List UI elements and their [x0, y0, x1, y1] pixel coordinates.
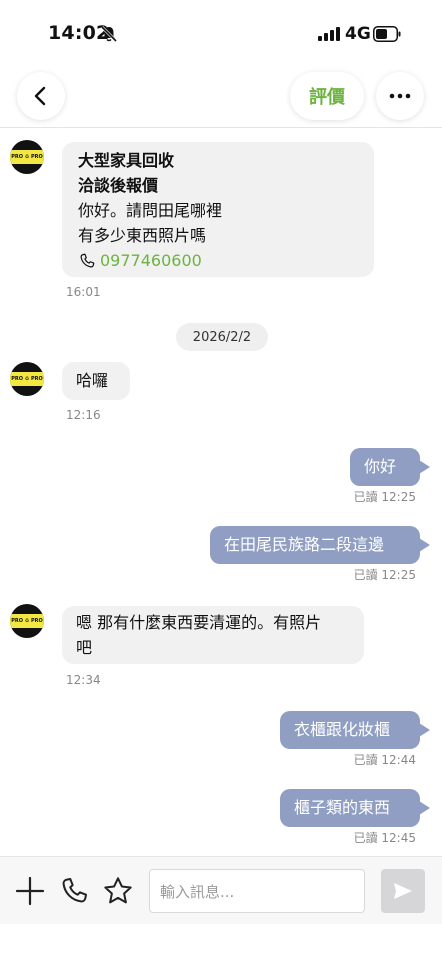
- chat-header: 評價: [0, 60, 442, 128]
- message-input[interactable]: 輸入訊息...: [149, 869, 365, 913]
- message-time: 12:25: [381, 568, 416, 582]
- send-button[interactable]: [381, 869, 425, 913]
- rate-button[interactable]: 評價: [290, 72, 364, 120]
- outgoing-message-bubble[interactable]: 櫃子類的東西: [280, 789, 430, 827]
- avatar[interactable]: PRO ♻ PRO: [10, 140, 44, 174]
- message-text: 你好: [364, 457, 397, 476]
- message-read-time: 已讀 12:25: [330, 566, 416, 583]
- phone-number: 0977460600: [100, 251, 202, 270]
- avatar-logo: PRO ♻ PRO: [11, 618, 43, 624]
- incoming-message-bubble[interactable]: 哈囉: [62, 362, 130, 400]
- composer-bar: 輸入訊息...: [0, 856, 442, 924]
- more-options-button[interactable]: [376, 72, 424, 120]
- star-icon[interactable]: [102, 875, 134, 907]
- message-time: 12:25: [381, 490, 416, 504]
- phone-link[interactable]: 0977460600: [78, 248, 358, 273]
- date-divider: 2026/2/2: [176, 323, 268, 351]
- bell-off-icon: [100, 25, 118, 43]
- read-status: 已讀: [353, 753, 378, 767]
- chevron-left-icon: [34, 86, 46, 106]
- message-time: 12:34: [66, 673, 101, 687]
- status-bar: 14:02 4G: [0, 0, 442, 60]
- message-time: 12:45: [381, 831, 416, 845]
- battery-icon: [373, 26, 401, 42]
- avatar-logo: PRO ♻ PRO: [11, 154, 43, 160]
- read-status: 已讀: [353, 490, 378, 504]
- outgoing-message-bubble[interactable]: 你好: [350, 448, 430, 486]
- send-icon: [394, 883, 412, 899]
- message-text: 衣櫃跟化妝櫃: [294, 720, 391, 739]
- avatar[interactable]: PRO ♻ PRO: [10, 604, 44, 638]
- avatar[interactable]: PRO ♻ PRO: [10, 362, 44, 396]
- message-line: 大型家具回收: [78, 151, 175, 170]
- back-button[interactable]: [17, 72, 65, 120]
- message-time: 16:01: [66, 285, 101, 299]
- read-status: 已讀: [353, 831, 378, 845]
- more-dots-icon: [389, 93, 411, 99]
- signal-icon: [318, 27, 340, 41]
- message-line: 洽談後報價: [78, 176, 159, 195]
- outgoing-message-bubble[interactable]: 在田尾民族路二段這邊: [210, 526, 430, 564]
- phone-call-icon[interactable]: [58, 875, 90, 907]
- incoming-message-bubble[interactable]: 嗯 那有什麼東西要清運的。有照片 吧: [62, 606, 364, 664]
- incoming-message-bubble[interactable]: 大型家具回收 洽談後報價 你好。請問田尾哪裡 有多少東西照片嗎 09774606…: [62, 142, 374, 277]
- message-text: 櫃子類的東西: [294, 798, 391, 817]
- message-line: 你好。請問田尾哪裡: [78, 201, 223, 220]
- message-text: 在田尾民族路二段這邊: [224, 535, 385, 554]
- message-time: 12:44: [381, 753, 416, 767]
- message-line: 有多少東西照片嗎: [78, 226, 207, 245]
- message-read-time: 已讀 12:25: [330, 488, 416, 505]
- phone-icon: [80, 253, 95, 267]
- avatar-logo: PRO ♻ PRO: [11, 376, 43, 382]
- message-line: 吧: [76, 638, 93, 657]
- message-line: 嗯 那有什麼東西要清運的。有照片: [76, 613, 322, 632]
- network-type: 4G: [345, 24, 371, 44]
- add-icon[interactable]: [14, 875, 46, 907]
- message-text: 哈囉: [76, 371, 109, 390]
- message-read-time: 已讀 12:45: [330, 829, 416, 846]
- read-status: 已讀: [353, 568, 378, 582]
- message-time: 12:16: [66, 408, 101, 422]
- outgoing-message-bubble[interactable]: 衣櫃跟化妝櫃: [280, 711, 430, 749]
- message-read-time: 已讀 12:44: [330, 751, 416, 768]
